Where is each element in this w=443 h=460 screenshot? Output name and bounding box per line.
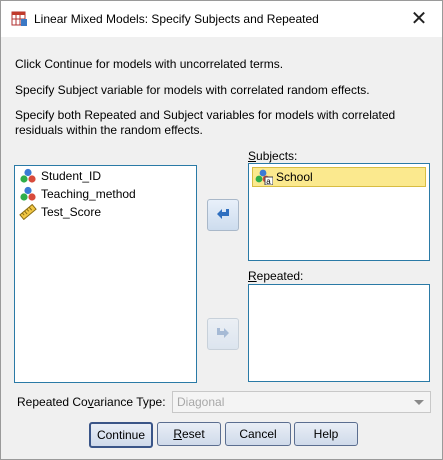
covariance-type-select[interactable]: Diagonal bbox=[172, 391, 431, 413]
variable-source-list[interactable]: Student_ID Teaching_method Test_Score bbox=[14, 165, 197, 383]
variable-label: Student_ID bbox=[41, 169, 102, 183]
reset-button[interactable]: Reset bbox=[157, 422, 221, 446]
variable-label: Teaching_method bbox=[41, 187, 136, 201]
scale-variable-icon bbox=[19, 203, 37, 221]
svg-text:a: a bbox=[266, 177, 271, 185]
nominal-variable-icon bbox=[19, 186, 37, 202]
list-item[interactable]: Student_ID bbox=[19, 167, 101, 185]
repeated-label: Repeated: bbox=[248, 269, 304, 283]
list-item[interactable]: Test_Score bbox=[19, 203, 101, 221]
close-button[interactable]: ✕ bbox=[396, 1, 442, 36]
move-to-repeated-button[interactable] bbox=[207, 318, 239, 350]
nominal-string-variable-icon: a bbox=[255, 169, 274, 186]
chevron-down-icon bbox=[414, 400, 424, 405]
instruction-uncorrelated: Click Continue for models with uncorrela… bbox=[15, 57, 284, 71]
variable-label: Test_Score bbox=[41, 205, 102, 219]
arrow-right-icon bbox=[215, 326, 231, 343]
subjects-list[interactable]: a School bbox=[248, 163, 430, 261]
subjects-label: Subjects: bbox=[248, 149, 298, 163]
move-to-subjects-button[interactable] bbox=[207, 199, 239, 231]
repeated-list[interactable] bbox=[248, 284, 430, 382]
subject-variable-label: School bbox=[276, 170, 313, 184]
covariance-type-label: Repeated Covariance Type: bbox=[17, 395, 166, 409]
continue-button[interactable]: Continue bbox=[89, 422, 153, 448]
list-item[interactable]: a School bbox=[252, 167, 426, 187]
nominal-variable-icon bbox=[19, 168, 37, 184]
instruction-repeated-subject: Specify both Repeated and Subject variab… bbox=[15, 108, 396, 137]
cancel-button[interactable]: Cancel bbox=[225, 422, 291, 446]
close-icon: ✕ bbox=[410, 8, 428, 30]
dialog-window: Linear Mixed Models: Specify Subjects an… bbox=[0, 0, 443, 460]
dialog-title: Linear Mixed Models: Specify Subjects an… bbox=[34, 12, 319, 26]
instruction-subject: Specify Subject variable for models with… bbox=[15, 83, 370, 97]
covariance-type-value: Diagonal bbox=[177, 395, 225, 409]
help-button[interactable]: Help bbox=[294, 422, 358, 446]
title-bar: Linear Mixed Models: Specify Subjects an… bbox=[1, 1, 442, 37]
spss-app-icon bbox=[11, 10, 28, 27]
list-item[interactable]: Teaching_method bbox=[19, 185, 136, 203]
arrow-left-icon bbox=[215, 207, 231, 224]
